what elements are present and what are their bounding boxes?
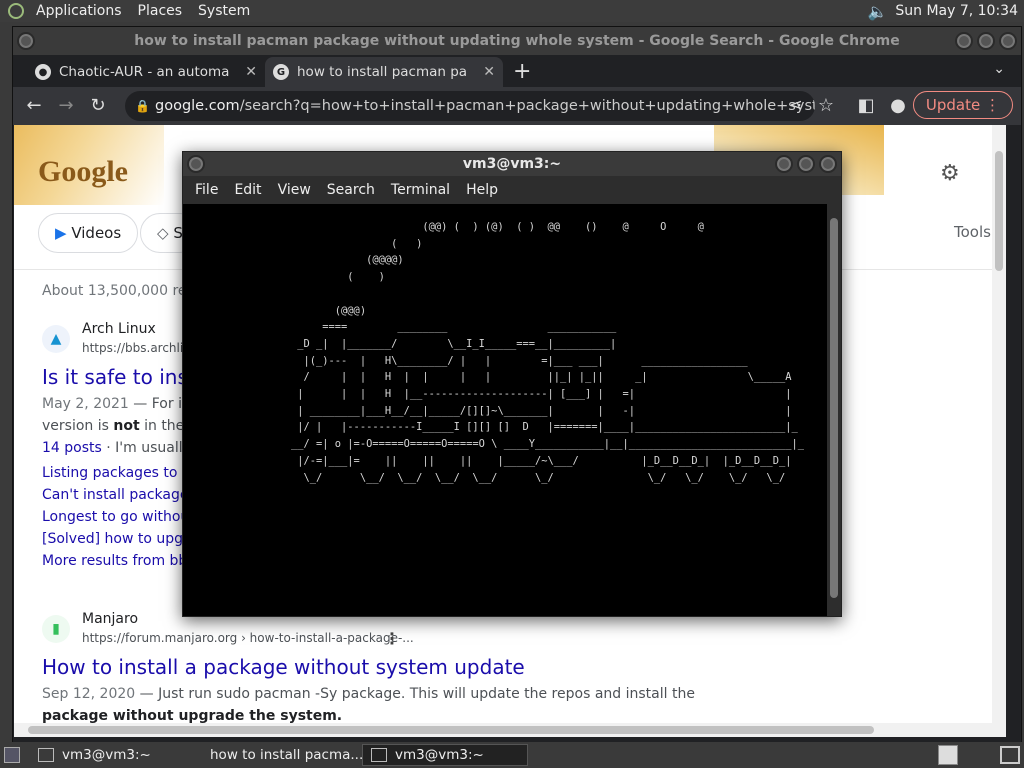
scrollbar-thumb[interactable] — [830, 218, 838, 598]
window-menu-button[interactable] — [17, 32, 35, 50]
sitelink[interactable]: Can't install packages — [42, 487, 196, 503]
side-panel-icon[interactable]: ◧ — [855, 95, 877, 116]
reload-icon[interactable]: ↻ — [87, 95, 109, 116]
taskbar-item-terminal-active[interactable]: vm3@vm3:~ — [362, 744, 528, 766]
tab-google-search[interactable]: G how to install pacman package ✕ — [265, 57, 503, 87]
lock-icon[interactable]: 🔒 — [135, 91, 150, 121]
gnome-logo-icon[interactable] — [8, 3, 24, 19]
sl-train-ascii: (@@) ( ) (@) ( ) @@ () @ O @ ( ) (@@@@) … — [291, 221, 804, 484]
terminal-window: vm3@vm3:~ File Edit View Search Terminal… — [182, 151, 842, 617]
settings-gear-icon[interactable]: ⚙ — [940, 161, 960, 186]
url-host: google.com — [155, 98, 240, 114]
minimize-button[interactable] — [955, 32, 973, 50]
maximize-button[interactable] — [977, 32, 995, 50]
new-tab-icon[interactable]: + — [513, 59, 531, 84]
terminal-titlebar[interactable]: vm3@vm3:~ — [183, 152, 841, 176]
close-button[interactable] — [819, 155, 837, 173]
top-panel: Applications Places System 🔈 Sun May 7, … — [0, 0, 1024, 22]
result-site-name: Manjaro — [82, 611, 139, 627]
result-url[interactable]: https://bbs.archlinu — [82, 341, 198, 355]
sitelink[interactable]: Longest to go without — [42, 509, 195, 525]
menu-help[interactable]: Help — [458, 182, 506, 198]
chaotic-aur-icon: ● — [35, 64, 51, 80]
google-logo[interactable]: Google — [38, 155, 128, 189]
show-desktop-left-icon[interactable] — [4, 747, 20, 763]
result-url[interactable]: https://forum.manjaro.org › how-to-insta… — [82, 631, 414, 645]
window-titlebar[interactable]: how to install pacman package without up… — [13, 27, 1021, 55]
terminal-output[interactable]: (@@) ( ) (@) ( ) @@ () @ O @ ( ) (@@@@) … — [183, 204, 827, 616]
show-desktop-icon[interactable] — [1000, 746, 1020, 764]
tools-button[interactable]: Tools — [954, 223, 991, 241]
scrollbar-thumb[interactable] — [995, 151, 1003, 271]
applications-menu[interactable]: Applications — [28, 0, 130, 22]
chip-videos[interactable]: ▶ Videos — [38, 213, 139, 253]
share-icon[interactable]: ⋖ — [785, 95, 807, 114]
toolbar: ← → ↻ 🔒 google.com/search?q=how+to+insta… — [13, 87, 1021, 125]
menu-search[interactable]: Search — [319, 182, 383, 198]
horizontal-scrollbar[interactable] — [14, 723, 1006, 737]
taskbar-item-chrome[interactable]: how to install pacma... — [194, 744, 363, 766]
menu-edit[interactable]: Edit — [226, 182, 269, 198]
address-bar[interactable]: 🔒 google.com/search?q=how+to+install+pac… — [125, 91, 815, 121]
tab-chaotic-aur[interactable]: ● Chaotic-AUR - an automated b ✕ — [27, 57, 265, 87]
vertical-scrollbar[interactable] — [992, 125, 1006, 737]
terminal-scrollbar[interactable] — [827, 204, 841, 616]
workspace-switcher[interactable] — [938, 745, 958, 765]
bottom-panel: vm3@vm3:~ how to install pacma... vm3@vm… — [0, 742, 1024, 768]
manjaro-icon: ▮ — [42, 615, 70, 643]
result-stats: About 13,500,000 resu — [42, 283, 203, 299]
tab-strip: ● Chaotic-AUR - an automated b ✕ G how t… — [13, 55, 1021, 87]
video-icon: ▶ — [55, 224, 67, 242]
update-button[interactable]: Update ⋮ — [912, 91, 1013, 119]
terminal-icon — [38, 748, 54, 762]
volume-icon[interactable]: 🔈 — [867, 2, 887, 21]
terminal-menubar: File Edit View Search Terminal Help — [183, 176, 841, 204]
tag-icon: ◇ — [157, 224, 169, 242]
more-options-icon[interactable]: ⋮ — [384, 629, 400, 648]
url-path: /search?q=how+to+install+pacman+package+… — [239, 98, 815, 114]
tab-search-icon[interactable]: ⌄ — [993, 61, 1005, 77]
close-tab-icon[interactable]: ✕ — [483, 64, 495, 80]
profile-avatar-icon[interactable]: ● — [887, 95, 909, 116]
result-site-name: Arch Linux — [82, 321, 156, 337]
menu-file[interactable]: File — [187, 182, 226, 198]
close-button[interactable] — [999, 32, 1017, 50]
places-menu[interactable]: Places — [130, 0, 191, 22]
window-title: how to install pacman package without up… — [134, 33, 900, 49]
arch-linux-icon: ▲ — [42, 325, 70, 353]
terminal-title: vm3@vm3:~ — [462, 156, 562, 172]
back-icon[interactable]: ← — [23, 95, 45, 116]
window-menu-button[interactable] — [187, 155, 205, 173]
maximize-button[interactable] — [797, 155, 815, 173]
bookmark-star-icon[interactable]: ☆ — [815, 95, 837, 116]
system-menu[interactable]: System — [190, 0, 258, 22]
sitelink[interactable]: Listing packages to up — [42, 465, 200, 481]
menu-terminal[interactable]: Terminal — [383, 182, 458, 198]
google-icon: G — [273, 64, 289, 80]
clock[interactable]: Sun May 7, 10:34 — [895, 3, 1018, 19]
menu-view[interactable]: View — [270, 182, 319, 198]
taskbar-item-terminal[interactable]: vm3@vm3:~ — [30, 744, 190, 766]
result-title-link[interactable]: How to install a package without system … — [42, 655, 525, 679]
scrollbar-thumb[interactable] — [28, 726, 874, 734]
forward-icon[interactable]: → — [55, 95, 77, 116]
result-snippet: Sep 12, 2020 — Just run sudo pacman -Sy … — [42, 686, 695, 724]
close-tab-icon[interactable]: ✕ — [245, 64, 257, 80]
terminal-icon — [371, 748, 387, 762]
minimize-button[interactable] — [775, 155, 793, 173]
